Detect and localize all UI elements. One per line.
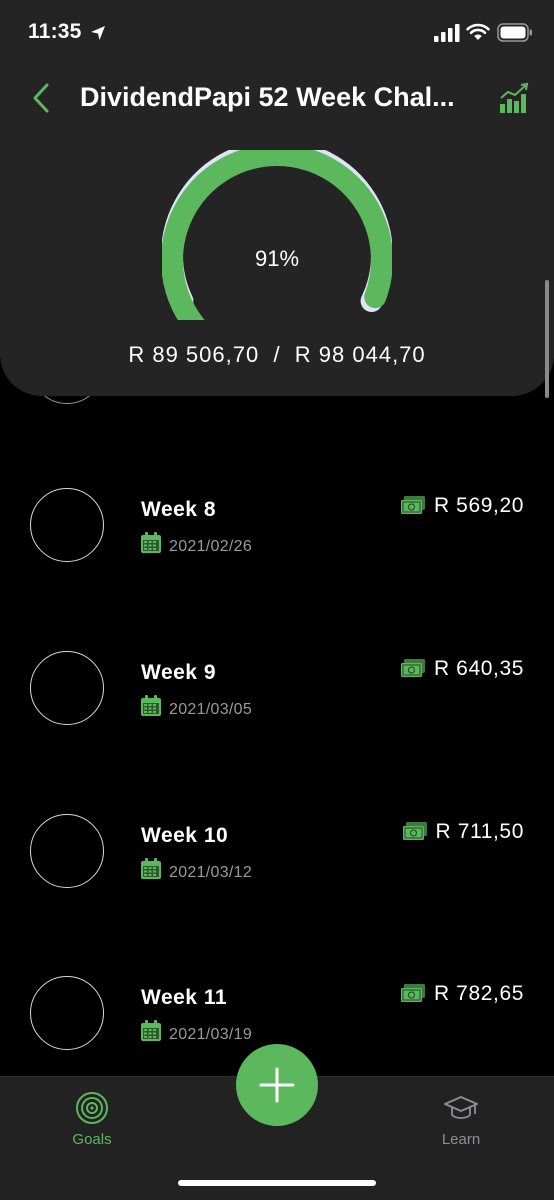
status-bar: 11:35: [0, 0, 554, 70]
money-bill-icon: [402, 822, 427, 840]
location-arrow-icon: [91, 26, 105, 40]
progress-gauge: [162, 150, 392, 320]
wifi-icon: [466, 23, 490, 40]
week-amount-group: R 640,35: [400, 657, 524, 681]
graduation-cap-icon: [444, 1096, 478, 1119]
week-title: Week 8: [141, 498, 216, 521]
target-icon: [76, 1092, 108, 1124]
week-date: 2021/03/12: [169, 864, 253, 881]
calendar-icon: [141, 858, 161, 879]
status-time: 11:35: [28, 20, 82, 43]
battery-icon: [497, 23, 532, 42]
week-amount-group: R 569,20: [400, 494, 524, 518]
week-check-circle[interactable]: [30, 814, 104, 888]
page-title: DividendPapi 52 Week Chal...: [80, 82, 455, 112]
navigation-bar: DividendPapi 52 Week Chal...: [0, 70, 554, 126]
screen: Week 8 2021/02/26 R 569,20 Week 9 2021/0…: [0, 0, 554, 1200]
add-button[interactable]: [236, 1044, 318, 1126]
money-bill-icon: [400, 984, 425, 1002]
week-check-circle[interactable]: [30, 651, 104, 725]
week-row[interactable]: Week 9 2021/03/05 R 640,35: [0, 651, 554, 761]
chevron-left-icon: [33, 83, 49, 113]
calendar-icon: [141, 695, 161, 716]
tab-learn[interactable]: Learn: [411, 1091, 511, 1148]
tab-goals[interactable]: Goals: [42, 1091, 142, 1148]
tab-learn-label: Learn: [441, 1131, 481, 1148]
header-panel: 11:35 DividendPapi 52 Week Chal... 91% R…: [0, 0, 554, 396]
money-bill-icon: [400, 659, 425, 677]
week-amount: R 711,50: [435, 820, 524, 843]
week-date: 2021/02/26: [169, 538, 253, 555]
week-title: Week 9: [141, 661, 216, 684]
scrollbar[interactable]: [545, 280, 549, 398]
calendar-icon: [141, 532, 161, 553]
week-amount: R 782,65: [433, 982, 524, 1005]
calendar-icon: [141, 1020, 161, 1041]
money-bill-icon: [400, 496, 425, 514]
week-row[interactable]: Week 10 2021/03/12 R 711,50: [0, 814, 554, 924]
week-title: Week 10: [141, 824, 229, 847]
week-row[interactable]: Week 8 2021/02/26 R 569,20: [0, 488, 554, 598]
week-amount-group: R 711,50: [402, 820, 524, 844]
plus-icon: [259, 1067, 295, 1103]
tab-goals-label: Goals: [72, 1131, 112, 1148]
progress-percent: 91%: [254, 246, 300, 271]
week-amount: R 569,20: [433, 494, 524, 517]
progress-amounts: R 89 506,70 / R 98 044,70: [128, 342, 426, 367]
cellular-signal-icon: [434, 24, 460, 42]
bar-chart-trend-icon[interactable]: [498, 82, 532, 114]
week-amount: R 640,35: [433, 657, 524, 680]
back-button[interactable]: [26, 80, 56, 116]
week-check-circle[interactable]: [30, 488, 104, 562]
week-amount-group: R 782,65: [400, 982, 524, 1006]
home-indicator: [178, 1180, 376, 1186]
week-title: Week 11: [141, 986, 228, 1009]
week-date: 2021/03/19: [169, 1026, 253, 1043]
week-date: 2021/03/05: [169, 701, 253, 718]
week-check-circle[interactable]: [30, 976, 104, 1050]
